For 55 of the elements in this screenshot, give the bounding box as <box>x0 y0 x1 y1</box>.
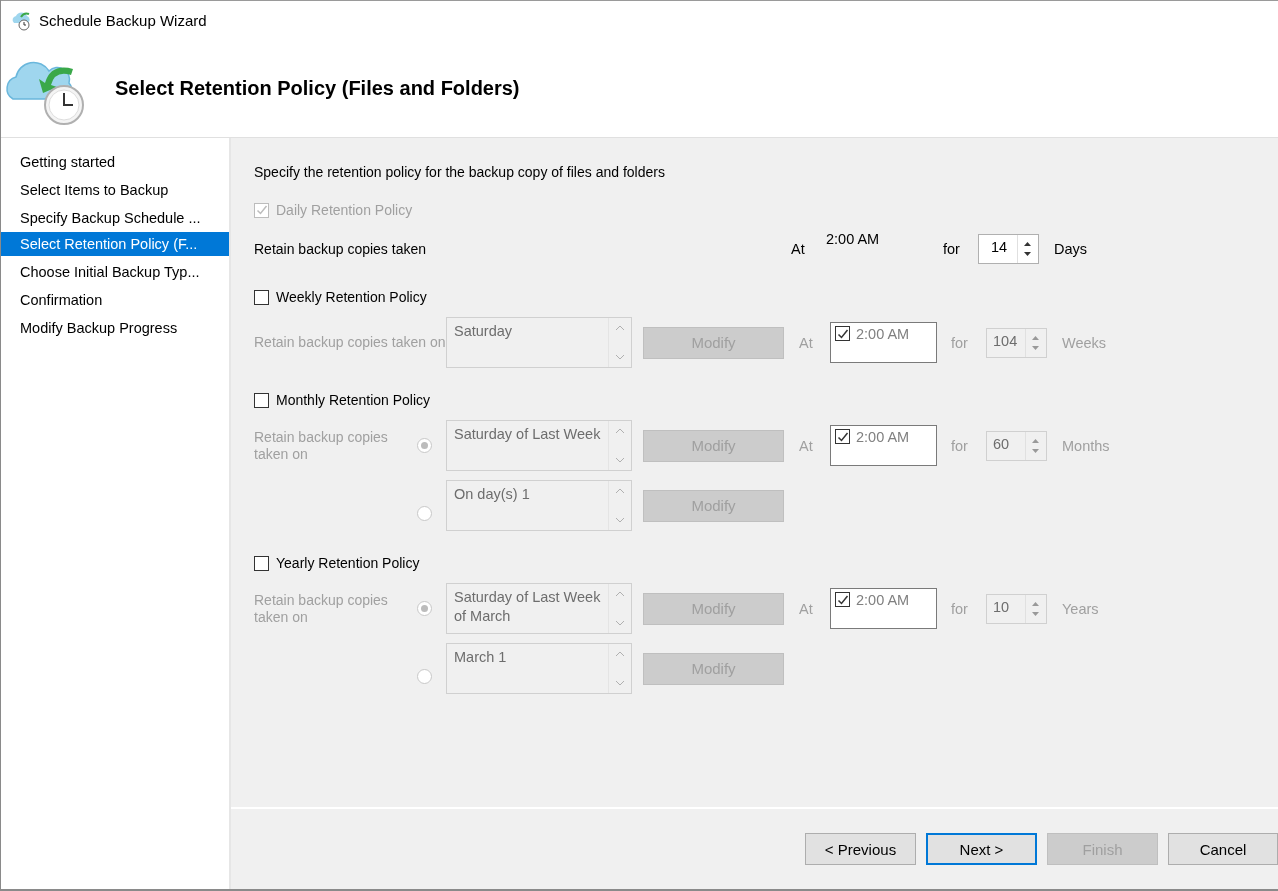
retain-label: Retain backup copies taken on <box>254 591 389 626</box>
wizard-button[interactable]: Next > <box>926 833 1037 865</box>
radio-button[interactable] <box>417 506 432 521</box>
sidebar-item[interactable]: Select Items to Backup <box>1 178 229 202</box>
time-text: 2:00 AM <box>825 231 881 247</box>
schedule-listbox[interactable]: Saturday of Last Week of March <box>446 583 632 634</box>
page-title: Select Retention Policy (Files and Folders) <box>115 77 520 100</box>
window-title: Schedule Backup Wizard <box>39 12 207 29</box>
checkbox[interactable] <box>254 555 269 571</box>
radio-button[interactable] <box>417 438 432 453</box>
duration-spinbox[interactable]: 10 <box>986 593 1047 624</box>
policy-checkbox[interactable]: Yearly Retention Policy <box>254 551 1278 575</box>
wizard-button[interactable]: Cancel <box>1168 833 1278 865</box>
unit-label: Days <box>1054 241 1088 257</box>
duration-spinbox[interactable]: 104 <box>986 327 1047 358</box>
at-label: At <box>799 600 814 617</box>
sidebar-item[interactable]: Choose Initial Backup Typ... <box>1 260 229 284</box>
schedule-listbox[interactable]: March 1 <box>446 643 632 694</box>
sidebar-item[interactable]: Modify Backup Progress <box>1 316 229 340</box>
retain-label: Retain backup copies taken on <box>254 334 446 351</box>
unit-label: Months <box>1062 437 1110 454</box>
for-label: for <box>951 334 969 351</box>
for-label: for <box>943 241 961 257</box>
sidebar-item[interactable]: Getting started <box>1 150 229 174</box>
unit-label: Weeks <box>1062 334 1107 351</box>
checkbox[interactable] <box>254 392 269 408</box>
at-label: At <box>791 241 806 257</box>
for-label: for <box>951 600 969 617</box>
unit-label: Years <box>1062 600 1099 617</box>
policy-checkbox[interactable]: Monthly Retention Policy <box>254 388 1278 412</box>
time-field[interactable]: 2:00 AM <box>830 588 937 629</box>
sidebar-item[interactable]: Select Retention Policy (F... <box>1 232 229 256</box>
checkbox[interactable] <box>835 592 850 607</box>
time-field[interactable]: 2:00 AM <box>830 322 937 363</box>
schedule-listbox[interactable]: Saturday <box>446 317 632 368</box>
checkbox[interactable] <box>254 289 269 305</box>
for-label: for <box>951 437 969 454</box>
radio-button[interactable] <box>417 669 432 684</box>
checkbox[interactable] <box>835 429 850 444</box>
cloud-clock-icon <box>11 10 33 31</box>
checkbox[interactable] <box>835 326 850 341</box>
wizard-button[interactable]: < Previous <box>805 833 916 865</box>
schedule-listbox[interactable]: On day(s) 1 <box>446 480 632 531</box>
sidebar-item[interactable]: Specify Backup Schedule ... <box>1 206 229 230</box>
radio-button[interactable] <box>417 601 432 616</box>
at-label: At <box>799 437 814 454</box>
retain-label: Retain backup copies taken <box>254 240 427 258</box>
schedule-listbox[interactable]: Saturday of Last Week <box>446 420 632 471</box>
policy-checkbox[interactable]: Weekly Retention Policy <box>254 285 1278 309</box>
intro-text: Specify the retention policy for the backup copy of files and folders <box>254 164 666 182</box>
sidebar-item[interactable]: Confirmation <box>1 288 229 312</box>
time-field[interactable]: 2:00 AM <box>830 425 937 466</box>
duration-spinbox[interactable]: 60 <box>986 430 1047 461</box>
at-label: At <box>799 334 814 351</box>
retain-label: Retain backup copies taken on <box>254 428 389 463</box>
